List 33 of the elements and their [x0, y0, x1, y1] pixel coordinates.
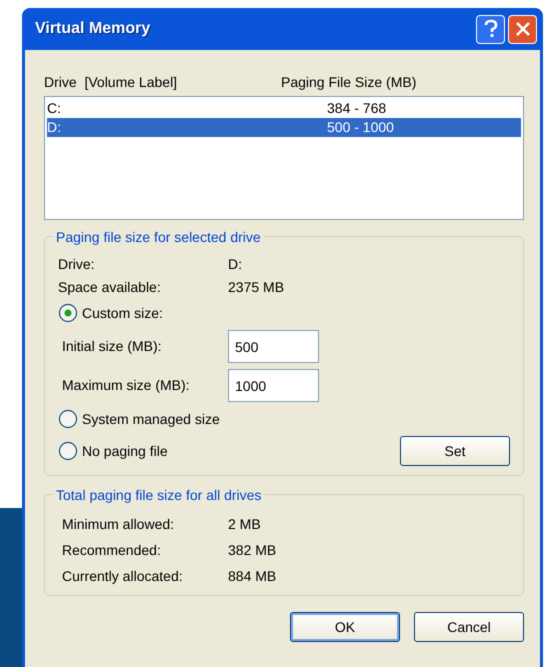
info-label: Currently allocated: [61, 566, 184, 586]
drive-list-row[interactable]: C: 384 - 768 [47, 99, 521, 118]
radio-button[interactable] [58, 409, 78, 429]
radio-button[interactable] [58, 441, 78, 461]
drive-list[interactable]: C: 384 - 768 D: 500 - 1000 [44, 96, 524, 220]
info-label: Drive: [58, 255, 96, 274]
radio-label: System managed size [82, 410, 220, 429]
info-value: 382 MB [228, 540, 276, 560]
column-header: Paging File Size (MB) [281, 73, 416, 92]
info-label: Recommended: [61, 540, 162, 560]
drive-list-row[interactable]: D: 500 - 1000 [47, 118, 521, 137]
close-button[interactable] [508, 14, 537, 44]
input-field[interactable]: 1000 [228, 369, 319, 402]
column-header: Drive [Volume Label] [44, 73, 178, 92]
radio-button[interactable] [58, 303, 78, 323]
cancel-button[interactable]: Cancel [414, 612, 524, 642]
info-label: Minimum allowed: [61, 514, 176, 534]
window-title: Virtual Memory [35, 19, 152, 39]
help-icon [482, 19, 498, 39]
radio-label: Custom size: [82, 304, 163, 322]
info-value: 2375 MB [228, 278, 284, 297]
radio-label: No paging file [82, 442, 168, 461]
field-label: Maximum size (MB): [62, 376, 191, 395]
ok-button[interactable]: OK [290, 612, 400, 642]
help-button[interactable] [476, 14, 505, 44]
info-value: D: [228, 255, 242, 274]
set-button[interactable]: Set [400, 436, 510, 466]
info-value: 2 MB [228, 514, 261, 534]
info-value: 884 MB [228, 566, 276, 586]
info-label: Space available: [58, 278, 162, 297]
field-label: Initial size (MB): [62, 337, 163, 356]
input-field[interactable]: 500 [228, 330, 319, 363]
close-icon [514, 21, 530, 37]
